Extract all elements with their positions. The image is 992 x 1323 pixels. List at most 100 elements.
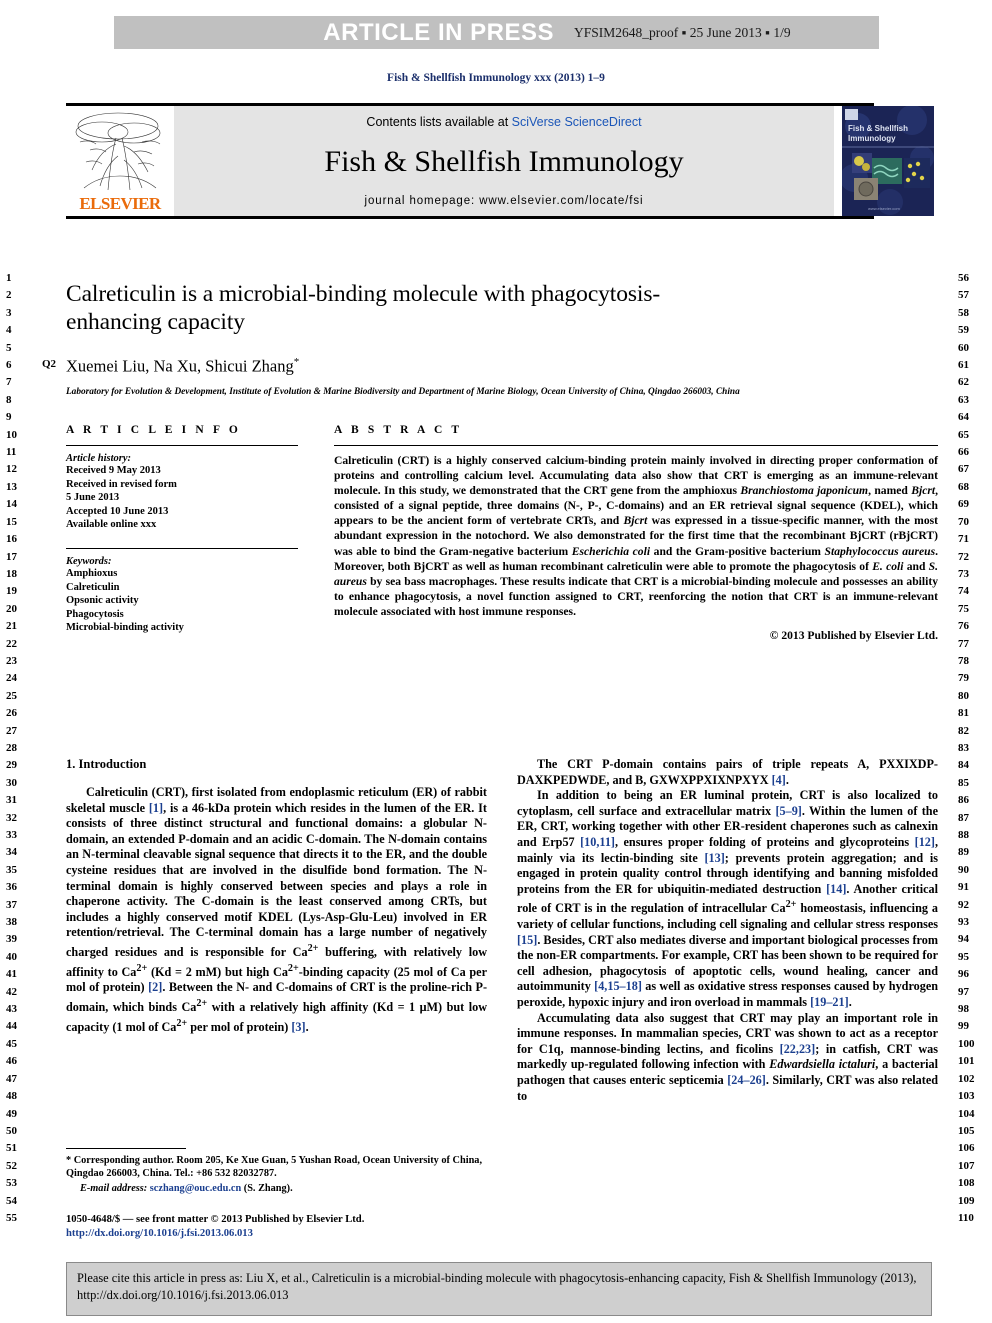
abstract-heading: A B S T R A C T <box>334 424 463 436</box>
abstract-text: Calreticulin (CRT) is a highly conserved… <box>334 453 938 619</box>
doi-link[interactable]: http://dx.doi.org/10.1016/j.fsi.2013.06.… <box>66 1227 364 1241</box>
line-number: 1 <box>6 272 12 284</box>
abstract-block: A B S T R A C T Calreticulin (CRT) is a … <box>334 424 938 642</box>
line-number: 68 <box>958 480 969 493</box>
masthead-bottom-rule <box>66 216 874 219</box>
journal-title: Fish & Shellfish Immunology <box>324 145 684 178</box>
line-number: 12 <box>6 463 17 476</box>
line-number: 35 <box>6 863 17 876</box>
line-number: 90 <box>958 863 969 876</box>
line-number: 58 <box>958 306 969 319</box>
email-label: E-mail address: <box>80 1183 148 1195</box>
body-paragraph: In addition to being an ER luminal prote… <box>517 788 939 1009</box>
article-info-heading: A R T I C L E I N F O <box>66 424 241 436</box>
line-number: 75 <box>958 602 969 615</box>
citation-ref[interactable]: [3] <box>291 1020 305 1034</box>
email-address-link[interactable]: sczhang@ouc.edu.cn <box>150 1183 241 1194</box>
article-info-block: A R T I C L E I N F O Article history: R… <box>66 424 298 642</box>
line-number: 25 <box>6 689 17 702</box>
article-info-rule-top <box>66 445 298 446</box>
citation-ref[interactable]: [4,15–18] <box>594 979 642 993</box>
species-name: Bjcrt <box>911 484 936 498</box>
line-number: 43 <box>6 1003 17 1016</box>
journal-homepage-link[interactable]: journal homepage: www.elsevier.com/locat… <box>365 195 644 207</box>
line-number: 105 <box>958 1124 975 1137</box>
article-info-rule-mid <box>66 547 298 549</box>
line-number: 8 <box>6 393 12 406</box>
affiliation: Laboratory for Evolution & Development, … <box>66 386 740 397</box>
line-number: 15 <box>6 515 17 528</box>
species-name: Staphylococcus aureus <box>824 544 936 558</box>
citation-ref[interactable]: [14] <box>826 882 846 896</box>
contents-prefix: Contents lists available at <box>366 115 512 129</box>
line-number: 66 <box>958 446 969 459</box>
line-number: 60 <box>958 341 969 354</box>
citation-ref[interactable]: [13] <box>704 851 724 865</box>
info-abstract-row: A R T I C L E I N F O Article history: R… <box>66 424 938 642</box>
citation-ref[interactable]: [15] <box>517 933 537 947</box>
line-number: 87 <box>958 811 969 824</box>
citation-ref[interactable]: [2] <box>148 980 162 994</box>
citation-ref[interactable]: [12] <box>915 835 935 849</box>
citation-ref[interactable]: [24–26] <box>727 1073 766 1087</box>
line-number: 5 <box>6 341 12 354</box>
citation-ref[interactable]: [10,11] <box>580 835 615 849</box>
citation-ref[interactable]: [4] <box>772 773 786 787</box>
column-left: 1. Introduction Calreticulin (CRT), firs… <box>66 757 487 1104</box>
abstract-paragraph: Calreticulin (CRT) is a highly conserved… <box>334 454 938 618</box>
line-number: 79 <box>958 672 969 685</box>
keyword-item: Microbial-binding activity <box>66 622 184 634</box>
keyword-item: Phagocytosis <box>66 608 124 620</box>
line-number: 29 <box>6 759 17 772</box>
line-number: 92 <box>958 898 969 911</box>
journal-reference-line: Fish & Shellfish Immunology xxx (2013) 1… <box>387 72 605 84</box>
article-history-item: Accepted 10 June 2013 <box>66 505 169 517</box>
citation-ref[interactable]: [19–21] <box>810 995 849 1009</box>
line-number: 62 <box>958 376 969 389</box>
line-number: 16 <box>6 533 17 546</box>
article-history-item: Available online xxx <box>66 519 157 531</box>
section-heading-introduction: 1. Introduction <box>66 757 147 771</box>
line-number: 102 <box>958 1072 975 1085</box>
line-number: 30 <box>6 776 17 789</box>
line-number: 10 <box>6 428 17 441</box>
sciencedirect-link[interactable]: SciVerse ScienceDirect <box>512 115 642 129</box>
email-suffix: (S. Zhang). <box>241 1183 293 1195</box>
line-number: 98 <box>958 1003 969 1016</box>
proof-metadata: YFSIM2648_proof ▪ 25 June 2013 ▪ 1/9 <box>574 24 791 40</box>
line-number: 11 <box>6 446 17 459</box>
corresponding-author-text: * Corresponding author. Room 205, Ke Xue… <box>66 1155 483 1180</box>
corresponding-author-star: * <box>293 356 300 368</box>
citation-ref[interactable]: [1] <box>149 801 163 815</box>
species-name: Edwardsiella ictaluri <box>769 1057 876 1072</box>
line-number: 86 <box>958 794 969 807</box>
line-number: 73 <box>958 567 969 580</box>
citation-ref[interactable]: [5–9] <box>775 804 801 818</box>
citation-ref[interactable]: [22,23] <box>780 1042 816 1056</box>
line-number: 71 <box>958 533 969 546</box>
line-number: 74 <box>958 585 969 598</box>
line-number: 23 <box>6 654 17 667</box>
article-history-item: Received 9 May 2013 <box>66 465 161 476</box>
line-number: 40 <box>6 950 17 963</box>
line-number: 50 <box>6 1124 17 1137</box>
journal-masthead: ELSEVIER Contents lists available at Sci… <box>66 103 934 219</box>
line-number: 70 <box>958 515 969 528</box>
line-number: 4 <box>6 324 12 337</box>
line-number: 2 <box>6 289 12 302</box>
line-number: 63 <box>958 393 969 406</box>
line-number: 45 <box>6 1037 17 1050</box>
keyword-item: Opsonic activity <box>66 595 139 607</box>
line-number: 24 <box>6 672 17 685</box>
intro-right-paragraphs: The CRT P-domain contains pairs of tripl… <box>517 757 938 1104</box>
line-number: 52 <box>6 1159 17 1172</box>
species-name: S. aureus <box>334 559 938 588</box>
line-number: 7 <box>6 376 12 389</box>
line-number: 38 <box>6 916 17 929</box>
line-number: 6 <box>6 359 12 372</box>
line-number: 57 <box>958 289 969 302</box>
line-number: 84 <box>958 759 969 772</box>
query-marker-q2[interactable]: Q2 <box>42 358 56 370</box>
keywords-list: Amphioxus Calreticulin Opsonic activity Pha… <box>66 567 298 635</box>
line-number: 94 <box>958 933 969 946</box>
